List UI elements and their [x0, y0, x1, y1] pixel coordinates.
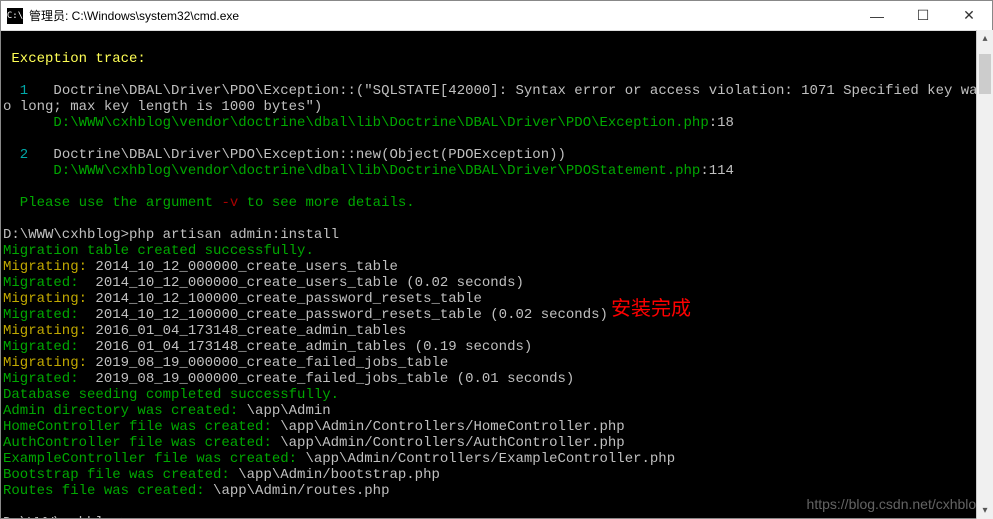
- trace-index: 2: [3, 147, 53, 163]
- migrated-label: Migrated:: [3, 371, 87, 387]
- created-label: Admin directory was created:: [3, 403, 247, 419]
- maximize-button[interactable]: ☐: [900, 1, 946, 31]
- terminal-output[interactable]: Exception trace: 1 Doctrine\DBAL\Driver\…: [1, 31, 992, 518]
- trace-body: o long; max key length is 1000 bytes"): [3, 99, 322, 115]
- created-label: Routes file was created:: [3, 483, 213, 499]
- migrating-label: Migrating:: [3, 291, 87, 307]
- status-line: Migration table created successfully.: [3, 243, 314, 259]
- hint-text: to see more details.: [238, 195, 414, 211]
- cmd-window: C:\ 管理员: C:\Windows\system32\cmd.exe — ☐…: [0, 0, 993, 519]
- trace-path: D:\WWW\cxhblog\vendor\doctrine\dbal\lib\…: [3, 115, 709, 131]
- migrating-label: Migrating:: [3, 355, 87, 371]
- watermark-text: https://blog.csdn.net/cxhblog: [807, 496, 984, 512]
- created-path: \app\Admin/bootstrap.php: [238, 467, 440, 483]
- hint-text: Please use the argument: [3, 195, 221, 211]
- created-label: AuthController file was created:: [3, 435, 280, 451]
- migrated-label: Migrated:: [3, 307, 87, 323]
- created-label: HomeController file was created:: [3, 419, 280, 435]
- trace-path: D:\WWW\cxhblog\vendor\doctrine\dbal\lib\…: [3, 163, 700, 179]
- migration-name: 2019_08_19_000000_create_failed_jobs_tab…: [87, 355, 448, 371]
- trace-body: Doctrine\DBAL\Driver\PDO\Exception::("SQ…: [53, 83, 992, 99]
- trace-line: :114: [700, 163, 734, 179]
- migration-name: 2014_10_12_100000_create_password_resets…: [87, 307, 608, 323]
- created-path: \app\Admin/routes.php: [213, 483, 389, 499]
- window-title: 管理员: C:\Windows\system32\cmd.exe: [29, 7, 854, 24]
- close-button[interactable]: ✕: [946, 1, 992, 31]
- created-label: ExampleController file was created:: [3, 451, 305, 467]
- scroll-up-icon[interactable]: ▴: [977, 30, 993, 47]
- status-line: Database seeding completed successfully.: [3, 387, 339, 403]
- minimize-button[interactable]: —: [854, 1, 900, 31]
- migration-name: 2019_08_19_000000_create_failed_jobs_tab…: [87, 371, 574, 387]
- migration-name: 2014_10_12_000000_create_users_table: [87, 259, 398, 275]
- trace-line: :18: [709, 115, 734, 131]
- exception-trace-header: Exception trace:: [3, 51, 146, 67]
- cursor-icon: _: [129, 517, 137, 518]
- migration-name: 2016_01_04_173148_create_admin_tables (0…: [87, 339, 532, 355]
- scroll-down-icon[interactable]: ▾: [977, 502, 993, 519]
- created-path: \app\Admin/Controllers/ExampleController…: [305, 451, 675, 467]
- migration-name: 2014_10_12_100000_create_password_resets…: [87, 291, 482, 307]
- annotation-label: 安装完成: [611, 301, 691, 317]
- migrated-label: Migrated:: [3, 275, 87, 291]
- titlebar[interactable]: C:\ 管理员: C:\Windows\system32\cmd.exe — ☐…: [1, 1, 992, 31]
- trace-index: 1: [3, 83, 53, 99]
- migration-name: 2016_01_04_173148_create_admin_tables: [87, 323, 406, 339]
- prompt: D:\WWW\cxhblog>: [3, 227, 129, 243]
- migrating-label: Migrating:: [3, 323, 87, 339]
- window-controls: — ☐ ✕: [854, 1, 992, 31]
- hint-flag: -v: [221, 195, 238, 211]
- migration-name: 2014_10_12_000000_create_users_table (0.…: [87, 275, 524, 291]
- created-path: \app\Admin/Controllers/AuthController.ph…: [280, 435, 624, 451]
- created-label: Bootstrap file was created:: [3, 467, 238, 483]
- command-input: php artisan admin:install: [129, 227, 339, 243]
- vertical-scrollbar[interactable]: ▴ ▾: [976, 30, 993, 519]
- migrated-label: Migrated:: [3, 339, 87, 355]
- created-path: \app\Admin/Controllers/HomeController.ph…: [280, 419, 624, 435]
- prompt: D:\WWW\cxhblog>: [3, 515, 129, 518]
- created-path: \app\Admin: [247, 403, 331, 419]
- scrollbar-thumb[interactable]: [979, 54, 991, 94]
- trace-body: Doctrine\DBAL\Driver\PDO\Exception::new(…: [53, 147, 565, 163]
- migrating-label: Migrating:: [3, 259, 87, 275]
- cmd-icon: C:\: [7, 8, 23, 24]
